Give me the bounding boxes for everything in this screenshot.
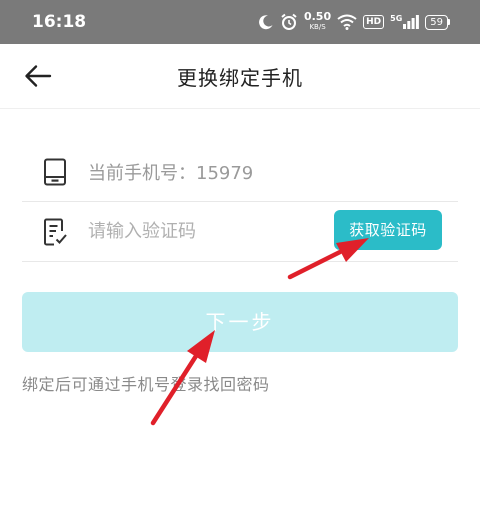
- page-title: 更换绑定手机: [177, 66, 303, 90]
- alarm-icon: [281, 13, 297, 30]
- next-step-button[interactable]: 下一步: [22, 292, 458, 352]
- wifi-icon: [337, 14, 357, 30]
- current-phone-row: 当前手机号：15979: [22, 141, 458, 202]
- binding-hint-text: 绑定后可通过手机号登录找回密码: [22, 375, 270, 394]
- status-icons: 0.50 KB/S HD 5G 59: [258, 8, 450, 36]
- network-speed: 0.50 KB/S: [303, 10, 332, 31]
- phone-value: 15979: [196, 163, 254, 184]
- hd-badge: HD: [363, 15, 385, 29]
- app-bar: 更换绑定手机: [0, 44, 480, 109]
- status-bar: 16:18 0.50 KB/S HD 5G 59: [0, 0, 480, 44]
- phone-icon: [44, 158, 66, 186]
- moon-icon: [259, 15, 273, 30]
- status-time: 16:18: [32, 12, 87, 32]
- verification-code-row: 获取验证码: [22, 201, 458, 262]
- battery-icon: 59: [425, 14, 450, 30]
- verify-form-icon: [44, 218, 67, 246]
- signal-icon: 5G: [390, 15, 420, 29]
- current-phone-text: 当前手机号：15979: [88, 159, 253, 185]
- phone-label: 当前手机号：: [88, 163, 196, 184]
- verification-code-input[interactable]: [88, 215, 318, 247]
- get-code-button[interactable]: 获取验证码: [334, 210, 442, 250]
